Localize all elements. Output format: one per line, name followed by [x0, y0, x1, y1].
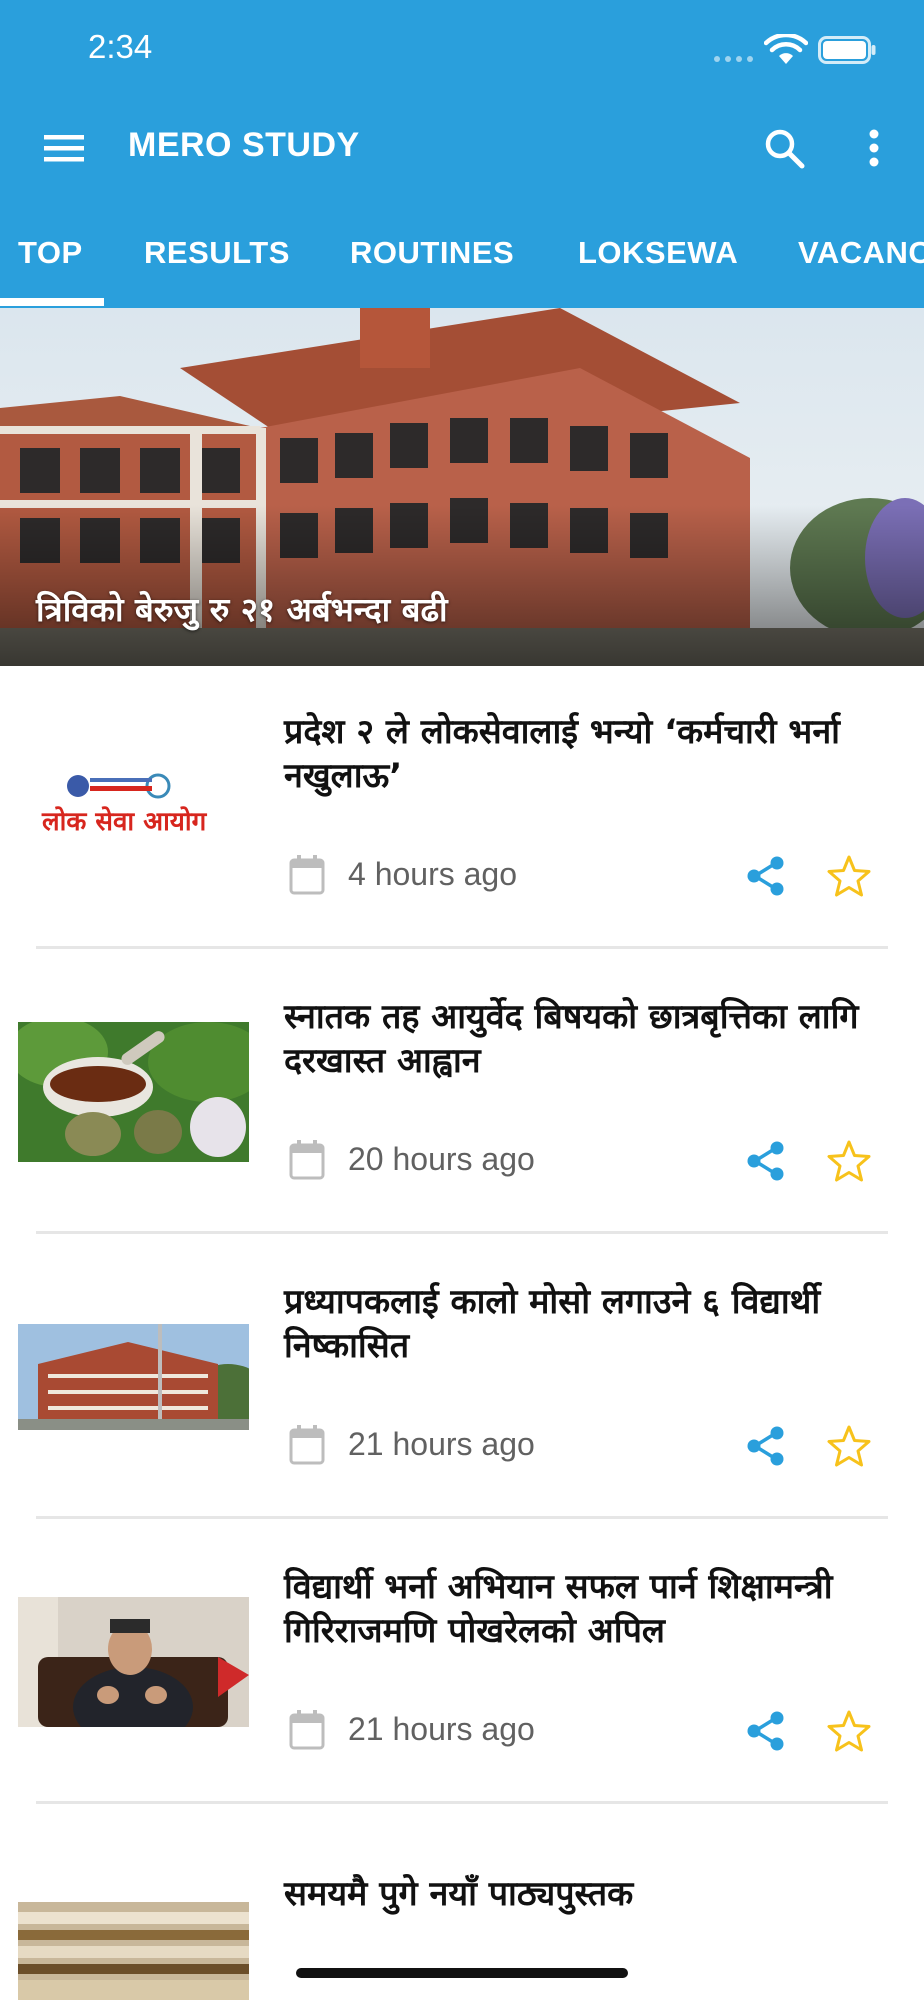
news-thumbnail: [18, 1902, 249, 2000]
news-time: 20 hours ago: [348, 1141, 535, 1177]
calendar-icon: [289, 1425, 325, 1465]
news-time: 21 hours ago: [348, 1711, 535, 1747]
more-vert-icon[interactable]: [852, 118, 896, 178]
news-headline: विद्यार्थी भर्ना अभियान सफल पार्न शिक्षा…: [284, 1567, 833, 1651]
tab-top[interactable]: TOP: [18, 222, 83, 308]
news-time: 21 hours ago: [348, 1426, 535, 1462]
news-thumbnail: लोक सेवा आयोग: [18, 756, 249, 866]
star-outline-icon[interactable]: [826, 1139, 872, 1183]
tab-routines[interactable]: ROUTINES: [350, 222, 514, 308]
divider: [36, 1801, 888, 1804]
news-thumbnail: [18, 1324, 249, 1430]
calendar-icon: [289, 1140, 325, 1180]
list-item[interactable]: प्रध्यापकलाई कालो मोसो लगाउने ६ विद्यार्…: [0, 1236, 924, 1521]
featured-caption: त्रिविको बेरुजु रु २१ अर्बभन्दा बढी: [36, 590, 448, 629]
active-tab-indicator: [0, 298, 104, 306]
search-icon[interactable]: [756, 118, 812, 178]
home-indicator: [296, 1968, 628, 1978]
star-outline-icon[interactable]: [826, 1424, 872, 1468]
menu-icon[interactable]: [34, 118, 94, 178]
status-time: 2:34: [88, 28, 153, 65]
cellular-signal-icon: [714, 56, 753, 62]
list-item[interactable]: लोक सेवा आयोग प्रदेश २ ले लोकसेवालाई भन्…: [0, 666, 924, 951]
share-icon[interactable]: [744, 1709, 788, 1753]
news-time: 4 hours ago: [348, 856, 518, 892]
wifi-icon: [764, 34, 808, 64]
list-item[interactable]: विद्यार्थी भर्ना अभियान सफल पार्न शिक्षा…: [0, 1521, 924, 1806]
divider: [36, 1231, 888, 1234]
news-headline: प्रध्यापकलाई कालो मोसो लगाउने ६ विद्यार्…: [284, 1282, 821, 1366]
star-outline-icon[interactable]: [826, 1709, 872, 1753]
list-item[interactable]: स्नातक तह आयुर्वेद बिषयको छात्रबृत्तिका …: [0, 951, 924, 1236]
star-outline-icon[interactable]: [826, 854, 872, 898]
featured-news[interactable]: त्रिविको बेरुजु रु २१ अर्बभन्दा बढी: [0, 308, 924, 666]
news-thumbnail: [18, 1597, 249, 1727]
category-tabs: TOP RESULTS ROUTINES LOKSEWA VACANC: [0, 222, 924, 308]
divider: [36, 946, 888, 949]
battery-icon: [818, 36, 876, 64]
share-icon[interactable]: [744, 1139, 788, 1183]
tab-loksewa[interactable]: LOKSEWA: [578, 222, 738, 308]
app-title: MERO STUDY: [128, 126, 360, 164]
news-headline: समयमै पुगे नयाँ पाठ्यपुस्तक: [284, 1874, 634, 1914]
share-icon[interactable]: [744, 854, 788, 898]
app-bar: 2:34 MERO STUDY TOP RESULTS ROUTINES LOK…: [0, 0, 924, 308]
share-icon[interactable]: [744, 1424, 788, 1468]
calendar-icon: [289, 855, 325, 895]
calendar-icon: [289, 1710, 325, 1750]
tab-results[interactable]: RESULTS: [144, 222, 290, 308]
news-headline: प्रदेश २ ले लोकसेवालाई भन्यो ‘कर्मचारी भ…: [284, 712, 840, 796]
tab-vacancy[interactable]: VACANC: [798, 222, 924, 308]
divider: [36, 1516, 888, 1519]
thumbnail-logo-text: लोक सेवा आयोग: [42, 807, 207, 837]
news-headline: स्नातक तह आयुर्वेद बिषयको छात्रबृत्तिका …: [284, 997, 859, 1081]
news-thumbnail: [18, 1022, 249, 1162]
